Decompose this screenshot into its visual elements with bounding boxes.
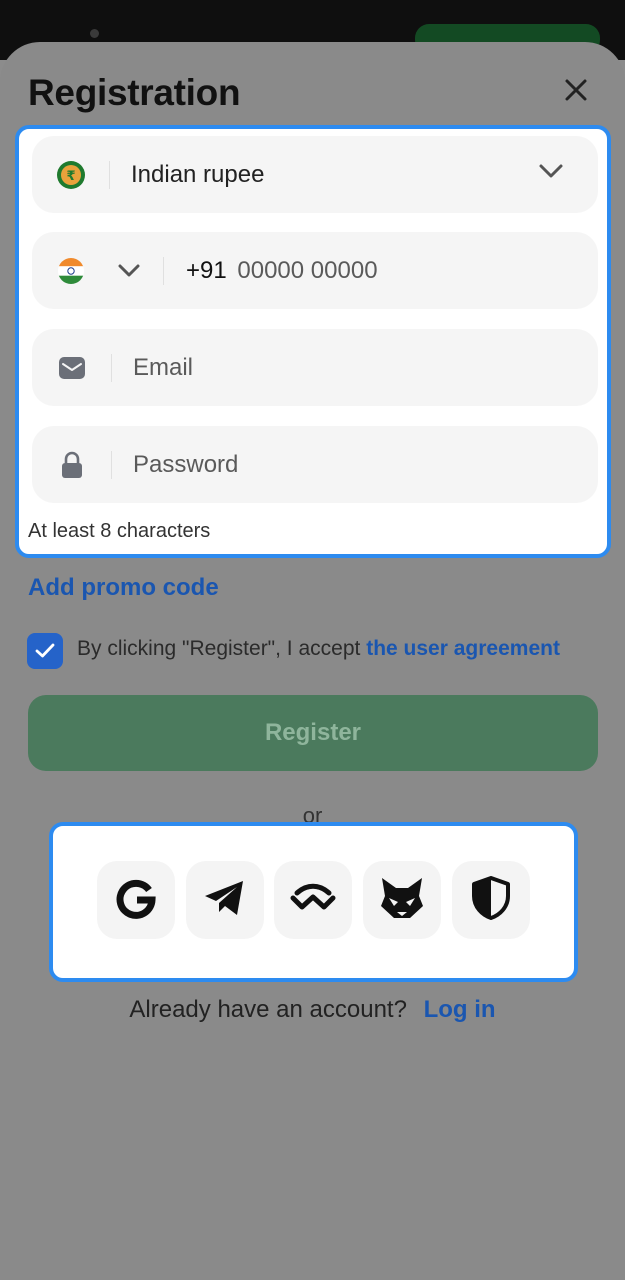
metamask-login-button[interactable] [363,861,441,939]
telegram-icon [203,878,247,923]
log-in-link[interactable]: Log in [424,996,496,1023]
walletconnect-icon [290,883,336,918]
walletconnect-login-button[interactable] [274,861,352,939]
registration-form: ₹ Indian rupee +91 00000 00000 Email Pas… [15,125,611,558]
rupee-coin-icon: ₹ [32,136,109,213]
agreement-label: By clicking "Register", I accept [77,637,361,660]
shield-icon [471,875,511,925]
password-field[interactable]: Password [32,426,598,503]
metamask-fox-icon [379,876,425,925]
register-button[interactable]: Register [28,695,598,771]
phone-field[interactable]: +91 00000 00000 [32,232,598,309]
phone-placeholder: 00000 00000 [237,256,378,284]
chevron-down-icon[interactable] [538,162,564,185]
password-placeholder: Password [133,450,239,478]
country-chevron-down-icon[interactable] [109,263,149,279]
phone-input: +91 00000 00000 [164,257,378,285]
camera-dot [90,29,99,38]
currency-select[interactable]: ₹ Indian rupee [32,136,598,213]
currency-value: Indian rupee [131,160,265,188]
add-promo-code-link[interactable]: Add promo code [28,574,219,602]
page-title: Registration [28,72,241,113]
user-agreement-link[interactable]: the user agreement [366,637,560,660]
svg-text:₹: ₹ [66,169,75,184]
social-login-panel [49,822,578,982]
india-flag-icon[interactable] [32,232,109,309]
envelope-icon [32,329,111,406]
login-prompt: Already have an account? Log in [0,996,625,1024]
lock-icon [32,426,111,503]
email-placeholder: Email [133,353,194,381]
google-icon [114,876,158,925]
agreement-checkbox[interactable] [27,633,63,669]
password-hint: At least 8 characters [28,520,211,542]
agreement-text: By clicking "Register", I accept the use… [77,637,560,661]
telegram-login-button[interactable] [186,861,264,939]
google-login-button[interactable] [97,861,175,939]
shield-login-button[interactable] [452,861,530,939]
country-code: +91 [186,256,227,284]
login-question: Already have an account? [129,996,407,1023]
email-field[interactable]: Email [32,329,598,406]
close-icon[interactable] [558,72,594,108]
